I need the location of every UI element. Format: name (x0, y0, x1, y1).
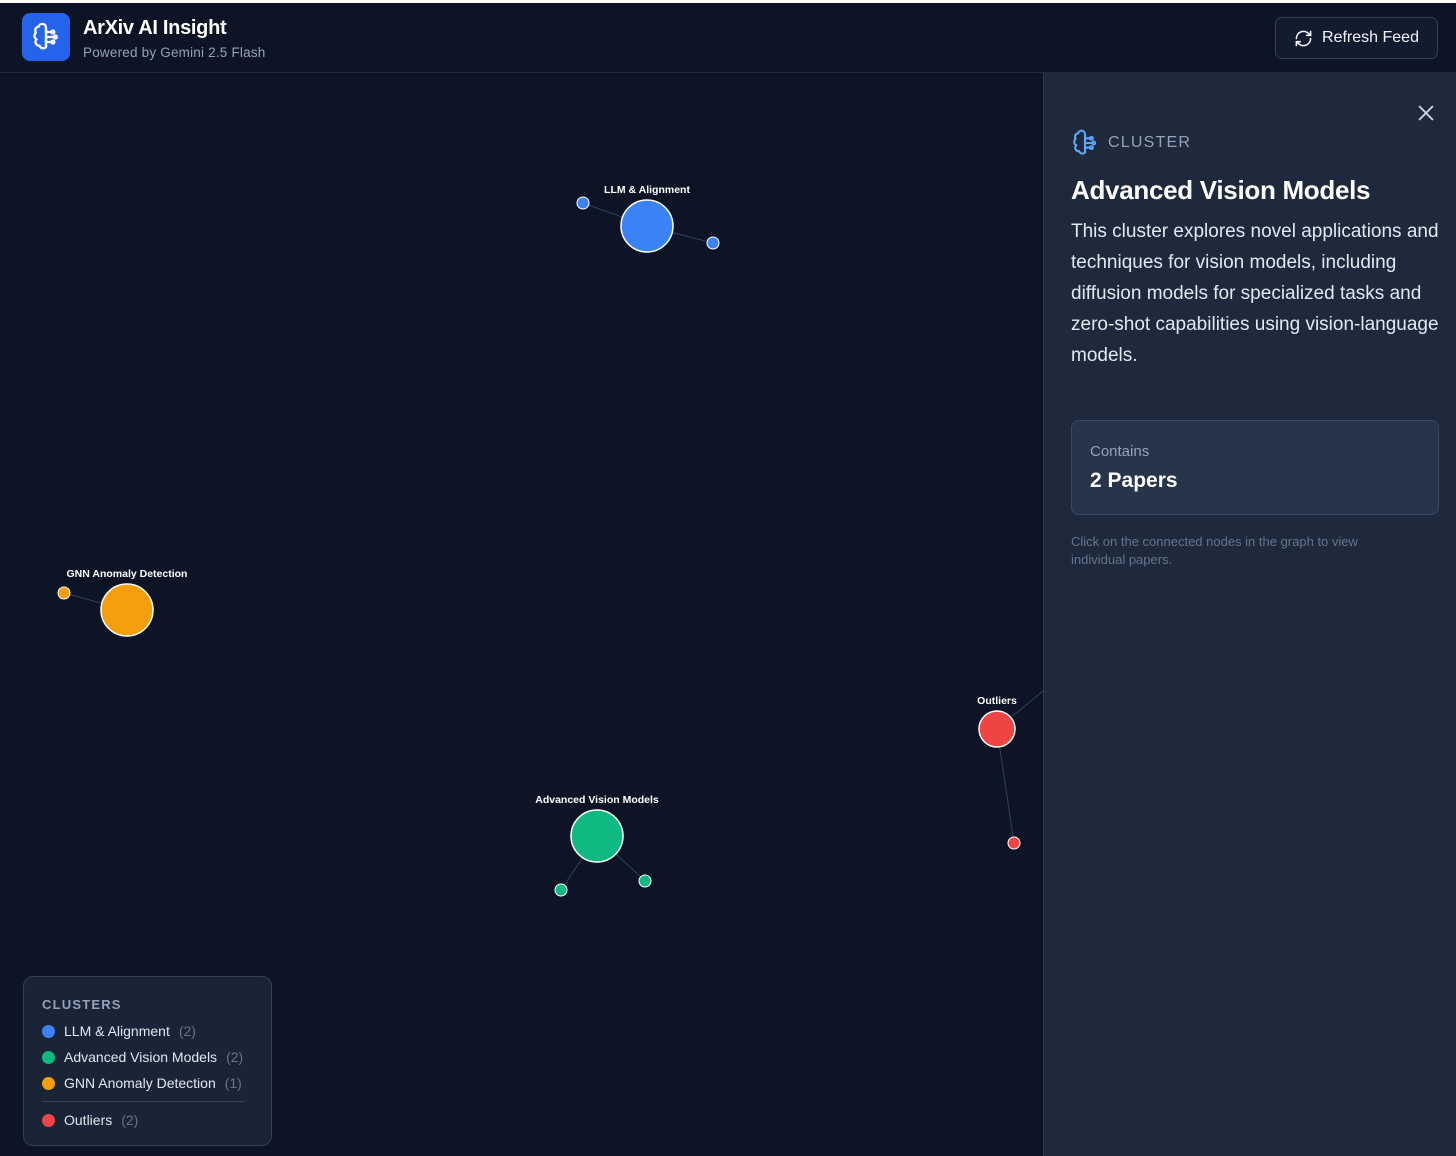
contains-card: Contains 2 Papers (1071, 420, 1439, 515)
contains-label: Contains (1090, 443, 1150, 460)
cluster-node-llm-alignment[interactable] (620, 199, 674, 253)
contains-count: 2 Papers (1090, 469, 1178, 492)
refresh-feed-label: Refresh Feed (1322, 29, 1419, 46)
legend-dot (42, 1050, 55, 1064)
refresh-icon (1295, 30, 1312, 46)
panel-hint: Click on the connected nodes in the grap… (1071, 534, 1358, 567)
paper-node[interactable] (638, 874, 652, 888)
cluster-node-gnn-anomaly-detection[interactable] (100, 583, 154, 637)
legend-dot (42, 1076, 55, 1090)
app-root: ArXiv AI Insight Powered by Gemini 2.5 F… (0, 0, 1456, 1156)
legend-item-label: LLM & Alignment (64, 1023, 170, 1039)
app-title: ArXiv AI Insight (83, 17, 227, 39)
legend-item-outliers[interactable]: Outliers (2) (42, 1110, 138, 1130)
graph-edges (63, 202, 1043, 891)
legend-item-llm-alignment[interactable]: LLM & Alignment (2) (42, 1021, 196, 1041)
legend-divider (42, 1101, 245, 1102)
cluster-label-advanced-vision-models: Advanced Vision Models (535, 794, 659, 806)
legend-item-gnn-anomaly-detection[interactable]: GNN Anomaly Detection (1) (42, 1073, 242, 1093)
cluster-label-gnn-anomaly-detection: GNN Anomaly Detection (67, 568, 188, 580)
paper-node[interactable] (57, 586, 71, 600)
brain-icon (1073, 129, 1097, 155)
panel-kind-row: CLUSTER (1071, 128, 1191, 158)
legend-item-label: Advanced Vision Models (64, 1049, 218, 1065)
legend-title: CLUSTERS (42, 997, 122, 1012)
app-subtitle: Powered by Gemini 2.5 Flash (83, 45, 266, 60)
cluster-label-llm-alignment: LLM & Alignment (604, 184, 690, 196)
refresh-feed-button[interactable]: Refresh Feed (1275, 17, 1438, 59)
cluster-legend: CLUSTERS LLM & Alignment (2) Advanced Vi… (23, 976, 272, 1146)
panel-title: Advanced Vision Models (1071, 175, 1371, 205)
cluster-details-panel: CLUSTER Advanced Vision Models This clus… (1043, 73, 1456, 1156)
legend-dot (42, 1113, 55, 1127)
app-header: ArXiv AI Insight Powered by Gemini 2.5 F… (0, 3, 1456, 73)
app-logo (22, 13, 70, 61)
panel-description: This cluster explores novel applications… (1071, 221, 1439, 366)
legend-item-label: Outliers (64, 1112, 113, 1128)
cluster-node-outliers[interactable] (978, 710, 1016, 748)
legend-item-count: (2) (121, 1112, 139, 1128)
cluster-graph[interactable]: LLM & Alignment GNN Anomaly Detection Ou… (0, 73, 1043, 1156)
close-panel-button[interactable] (1415, 102, 1437, 124)
brain-icon (33, 22, 58, 50)
paper-node[interactable] (576, 196, 590, 210)
close-icon (1418, 105, 1434, 121)
cluster-label-outliers: Outliers (977, 695, 1017, 707)
legend-item-count: (1) (224, 1075, 242, 1091)
legend-item-count: (2) (226, 1049, 244, 1065)
paper-node[interactable] (1007, 836, 1021, 850)
legend-item-advanced-vision-models[interactable]: Advanced Vision Models (2) (42, 1047, 243, 1067)
cluster-node-advanced-vision-models[interactable] (570, 809, 624, 863)
legend-dot (42, 1024, 55, 1038)
paper-node[interactable] (706, 236, 720, 250)
legend-item-count: (2) (178, 1023, 196, 1039)
panel-kind-label: CLUSTER (1108, 134, 1192, 151)
paper-node[interactable] (554, 883, 568, 897)
legend-item-label: GNN Anomaly Detection (64, 1075, 216, 1091)
